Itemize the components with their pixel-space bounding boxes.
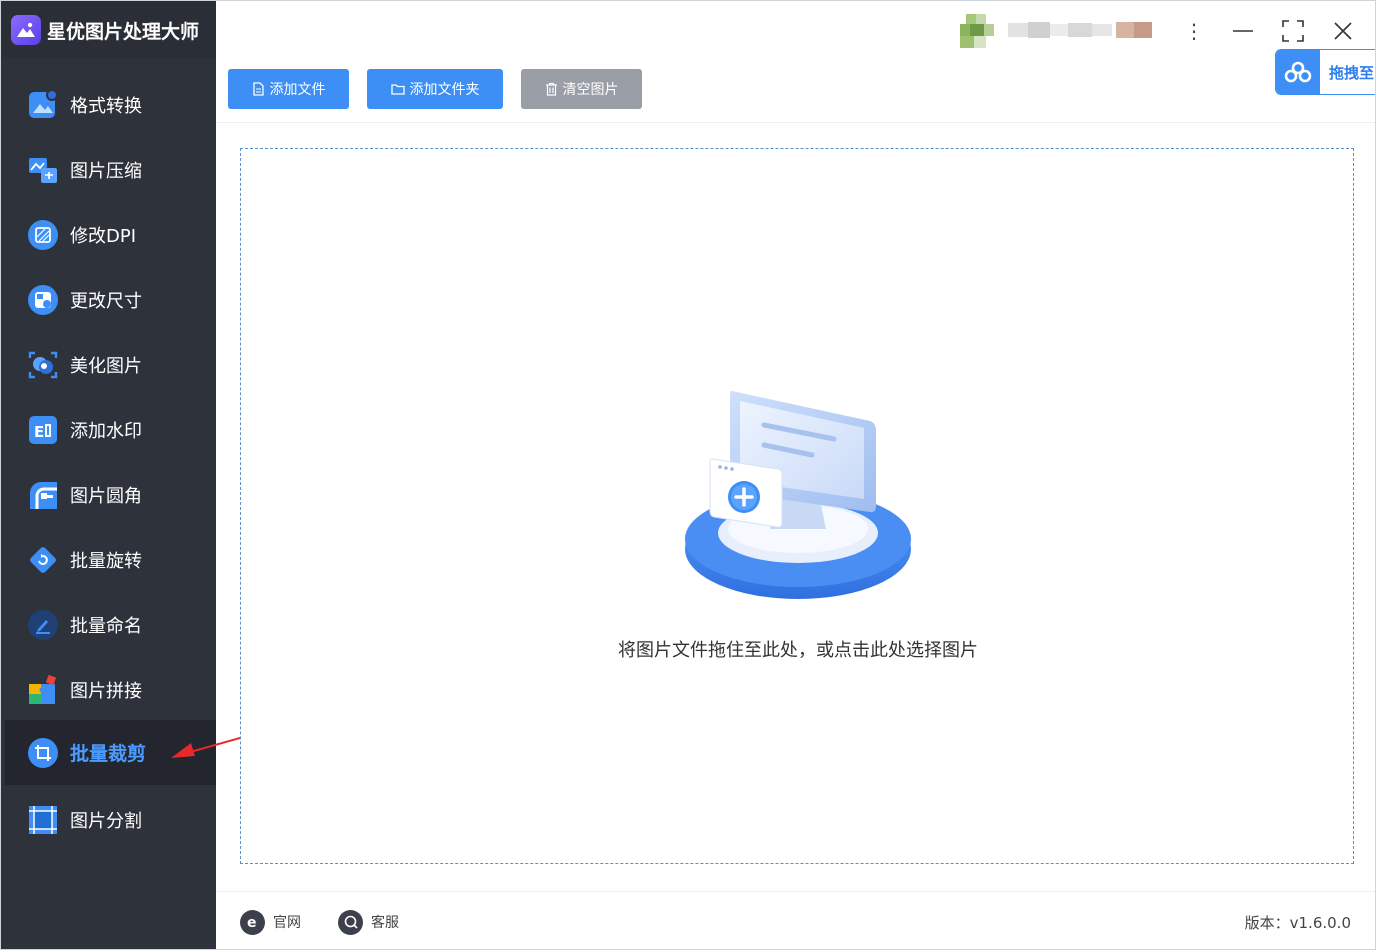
add-file-button[interactable]: 添加文件 <box>228 69 349 109</box>
clear-images-button[interactable]: 清空图片 <box>521 69 642 109</box>
add-file-label: 添加文件 <box>269 82 326 98</box>
sidebar: 星优图片处理大师 格式转换 图片压缩 修改DPI 更改尺寸 美化图片 E 添加水… <box>1 1 305 949</box>
rename-icon <box>27 609 59 641</box>
user-name-blurred <box>1008 22 1152 38</box>
sidebar-item-beautify[interactable]: 美化图片 <box>5 332 216 397</box>
resize-icon <box>27 284 59 316</box>
app-window: 星优图片处理大师 格式转换 图片压缩 修改DPI 更改尺寸 美化图片 E 添加水… <box>0 0 1376 950</box>
format-convert-icon <box>27 88 59 121</box>
sidebar-item-rounded-corner[interactable]: 图片圆角 <box>5 462 216 527</box>
sidebar-item-format-convert[interactable]: 格式转换 <box>5 72 216 137</box>
puzzle-icon <box>27 674 59 706</box>
maximize-icon[interactable] <box>1279 17 1307 45</box>
chat-icon <box>338 909 363 935</box>
footer: e 官网 客服 版本：v1.6.0.0 <box>216 891 1375 949</box>
app-title: 星优图片处理大师 <box>47 20 200 43</box>
sidebar-item-label: 图片圆角 <box>70 485 142 507</box>
sidebar-item-label: 图片分割 <box>70 810 142 832</box>
add-folder-button[interactable]: 添加文件夹 <box>367 69 503 109</box>
svg-text:E: E <box>34 423 44 441</box>
cloud-icon <box>1276 50 1320 94</box>
drop-hint-text: 将图片文件拖住至此处，或点击此处选择图片 <box>618 640 978 661</box>
beautify-icon <box>27 349 59 381</box>
sidebar-item-label: 批量命名 <box>70 615 142 637</box>
clear-images-label: 清空图片 <box>562 82 619 98</box>
user-avatar[interactable] <box>960 14 998 48</box>
add-folder-label: 添加文件夹 <box>409 82 480 98</box>
sidebar-item-label: 图片压缩 <box>70 160 142 182</box>
sidebar-item-label: 添加水印 <box>70 420 142 442</box>
folder-icon <box>390 83 405 95</box>
rounded-corner-icon <box>27 479 59 511</box>
website-link[interactable]: e 官网 <box>240 908 301 936</box>
sidebar-item-split[interactable]: 图片分割 <box>5 787 216 852</box>
title-bar: ⋮ <box>216 1 1375 59</box>
browser-icon: e <box>240 909 265 935</box>
sidebar-item-label: 格式转换 <box>70 95 142 117</box>
svg-text:e: e <box>247 915 257 930</box>
app-logo-icon <box>11 15 41 45</box>
rotate-icon <box>27 544 59 576</box>
sidebar-item-label: 修改DPI <box>70 225 137 247</box>
version-text: 版本：v1.6.0.0 <box>1244 914 1351 932</box>
toolbar: 添加文件 添加文件夹 清空图片 拖拽至 <box>216 49 1375 123</box>
sidebar-item-label: 图片拼接 <box>70 680 142 702</box>
sidebar-item-rotate[interactable]: 批量旋转 <box>5 527 216 592</box>
menu-icon[interactable]: ⋮ <box>1180 17 1208 45</box>
sidebar-item-label: 更改尺寸 <box>70 290 142 312</box>
watermark-icon: E <box>27 414 59 446</box>
drag-to-button[interactable]: 拖拽至 <box>1275 49 1375 95</box>
sidebar-item-rename[interactable]: 批量命名 <box>5 592 216 657</box>
website-label: 官网 <box>273 915 301 931</box>
customer-service-label: 客服 <box>371 915 399 931</box>
image-compress-icon <box>27 154 59 186</box>
minimize-icon[interactable] <box>1229 17 1257 45</box>
customer-service-link[interactable]: 客服 <box>338 908 399 936</box>
sidebar-item-label: 批量裁剪 <box>70 743 147 765</box>
brand: 星优图片处理大师 <box>1 1 216 59</box>
dpi-icon <box>27 219 59 251</box>
trash-icon <box>545 82 558 96</box>
sidebar-item-puzzle[interactable]: 图片拼接 <box>5 657 216 722</box>
split-icon <box>27 804 59 836</box>
monitor-add-icon <box>685 390 911 599</box>
sidebar-item-image-compress[interactable]: 图片压缩 <box>5 137 216 202</box>
sidebar-item-resize[interactable]: 更改尺寸 <box>5 267 216 332</box>
sidebar-item-watermark[interactable]: E 添加水印 <box>5 397 216 462</box>
sidebar-item-dpi[interactable]: 修改DPI <box>5 202 216 267</box>
image-drop-zone[interactable]: 将图片文件拖住至此处，或点击此处选择图片 <box>240 148 1354 864</box>
sidebar-item-label: 批量旋转 <box>70 550 142 572</box>
drag-to-label: 拖拽至 <box>1329 63 1375 82</box>
close-icon[interactable] <box>1329 17 1357 45</box>
crop-icon <box>27 737 59 769</box>
sidebar-item-label: 美化图片 <box>70 355 142 377</box>
file-icon <box>252 82 265 96</box>
